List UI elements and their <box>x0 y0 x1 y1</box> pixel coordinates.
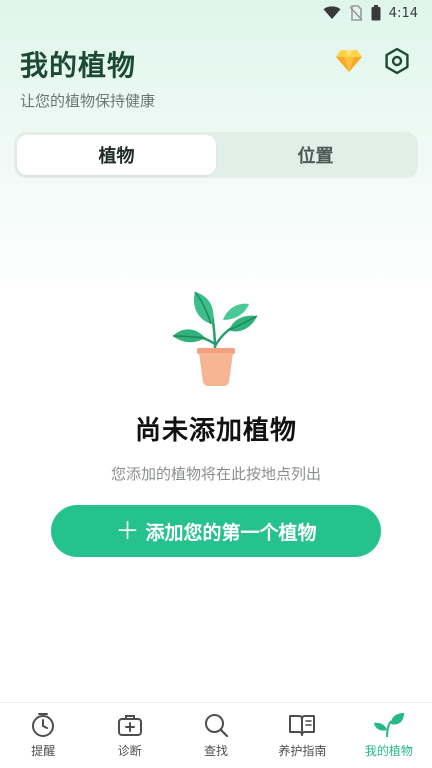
nav-item-care-guide[interactable]: 养护指南 <box>259 703 345 768</box>
diamond-icon <box>336 50 362 72</box>
book-icon <box>289 715 316 736</box>
nav-item-my-plants[interactable]: 我的植物 <box>346 703 432 768</box>
header: 我的植物 让您的植物保持健康 <box>20 44 412 114</box>
potted-plant-illustration <box>172 291 258 386</box>
settings-button[interactable] <box>382 46 412 76</box>
add-first-plant-label: 添加您的第一个植物 <box>145 521 317 544</box>
add-first-plant-button[interactable]: ＋ 添加您的第一个植物 <box>51 505 381 557</box>
empty-state: 尚未添加植物 您添加的植物将在此按地点列出 <box>0 290 432 484</box>
page-subtitle: 让您的植物保持健康 <box>20 92 156 110</box>
plus-icon: ＋ <box>115 517 140 545</box>
status-time: 4:14 <box>388 5 418 21</box>
nav-label-search: 查找 <box>204 744 229 758</box>
status-bar: 4:14 <box>0 0 432 26</box>
tab-locations[interactable]: 位置 <box>216 135 415 175</box>
nav-label-care-guide: 养护指南 <box>278 744 327 758</box>
nav-item-search[interactable]: 查找 <box>173 703 259 768</box>
view-tabs: 植物 位置 <box>14 132 418 178</box>
wifi-icon <box>323 6 341 19</box>
nav-item-diagnose[interactable]: 诊断 <box>86 703 172 768</box>
nav-item-reminders[interactable]: 提醒 <box>0 703 86 768</box>
premium-button[interactable] <box>334 46 364 76</box>
nav-label-my-plants: 我的植物 <box>364 744 413 758</box>
battery-icon <box>371 5 381 21</box>
bottom-nav: 提醒 诊断 查找 养护指南 我的植物 <box>0 702 432 768</box>
tab-plants[interactable]: 植物 <box>17 135 216 175</box>
medical-kit-icon <box>117 715 142 736</box>
leaf-icon <box>373 713 404 738</box>
header-actions <box>334 46 412 76</box>
search-icon <box>205 714 229 738</box>
nav-label-diagnose: 诊断 <box>117 744 142 758</box>
no-sim-icon <box>349 5 363 21</box>
empty-description: 您添加的植物将在此按地点列出 <box>110 465 321 483</box>
settings-icon <box>385 47 409 75</box>
clock-icon <box>32 713 55 737</box>
nav-label-reminders: 提醒 <box>31 744 56 758</box>
empty-title: 尚未添加植物 <box>134 416 297 446</box>
